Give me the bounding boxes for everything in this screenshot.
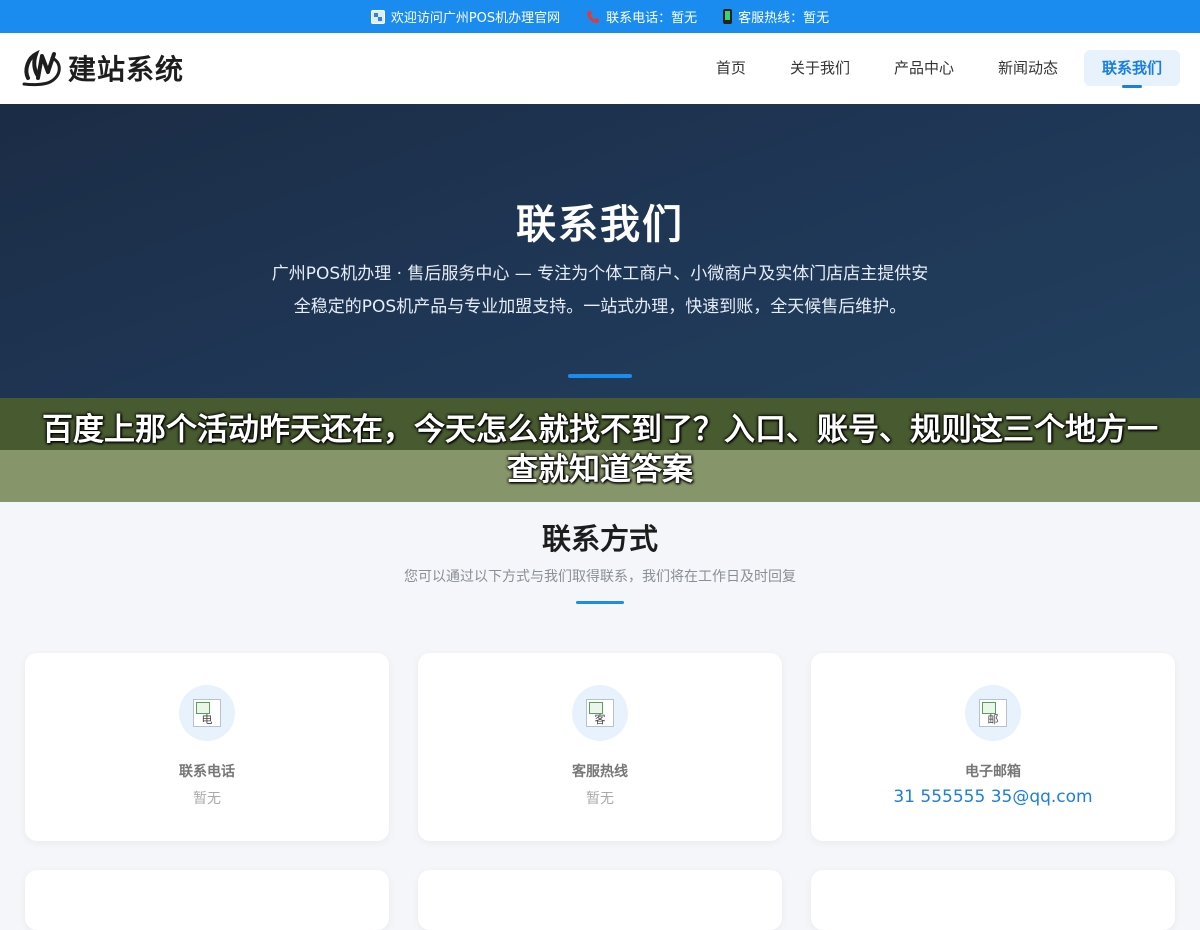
nav-home[interactable]: 首页 <box>698 50 764 86</box>
contact-section-title: 联系方式 <box>541 522 658 556</box>
card-label: 电子邮箱 <box>965 764 1021 780</box>
broken-image-icon: 邮 <box>979 699 1007 727</box>
hotline-text: 客服热线：暂无 <box>738 11 830 26</box>
nav-news[interactable]: 新闻动态 <box>980 50 1076 86</box>
card-label: 联系电话 <box>179 764 235 780</box>
contact-card-row2-1 <box>25 870 389 930</box>
phone-icon <box>586 10 600 24</box>
phone-icon-circle: 电 <box>179 685 235 741</box>
hero-divider <box>568 374 632 378</box>
hotline-item: 客服热线：暂无 <box>723 7 829 26</box>
nav-about[interactable]: 关于我们 <box>772 50 868 86</box>
contact-section-divider <box>576 601 624 604</box>
hotline-icon-circle: 客 <box>572 685 628 741</box>
logo-text: 建站系统 <box>68 53 185 86</box>
broken-image-icon: 客 <box>586 699 614 727</box>
card-label: 客服热线 <box>572 764 628 780</box>
card-value: 暂无 <box>586 791 614 807</box>
phone-text: 联系电话：暂无 <box>606 11 698 26</box>
nav-products[interactable]: 产品中心 <box>876 50 972 86</box>
card-value: 暂无 <box>193 791 221 807</box>
contact-section-subtitle: 您可以通过以下方式与我们取得联系，我们将在工作日及时回复 <box>404 569 796 585</box>
contact-card-phone: 电 联系电话 暂无 <box>25 653 389 841</box>
welcome-text: 欢迎访问广州POS机办理官网 <box>390 11 561 26</box>
site-header: 建站系统 首页 关于我们 产品中心 新闻动态 联系我们 <box>0 33 1200 104</box>
overlay-headline: 百度上那个活动昨天还在，今天怎么就找不到了？入口、账号、规则这三个地方一查就知道… <box>42 412 1158 488</box>
hero-title: 联系我们 <box>516 202 684 248</box>
mobile-phone-icon <box>723 9 733 24</box>
main-nav: 首页 关于我们 产品中心 新闻动态 联系我们 <box>698 50 1180 88</box>
top-info-bar: 欢迎访问广州POS机办理官网 联系电话：暂无 客服热线：暂无 <box>0 0 1200 33</box>
logo-mark-icon <box>22 49 61 87</box>
nav-contact[interactable]: 联系我们 <box>1083 50 1180 88</box>
contact-card-hotline: 客 客服热线 暂无 <box>418 653 782 841</box>
hero-description: 广州POS机办理 · 售后服务中心 — 专注为个体工商户、小微商户及实体门店店主… <box>271 264 929 317</box>
hero-section: 联系我们 广州POS机办理 · 售后服务中心 — 专注为个体工商户、小微商户及实… <box>0 104 1200 400</box>
broken-image-icon: 电 <box>193 699 221 727</box>
site-logo[interactable]: 建站系统 <box>22 48 184 88</box>
email-link[interactable]: 31 555555 35@qq.com <box>811 787 1175 807</box>
website-icon <box>370 9 385 24</box>
contact-card-email: 邮 电子邮箱 31 555555 35@qq.com <box>811 653 1175 841</box>
email-icon-circle: 邮 <box>965 685 1021 741</box>
phone-item: 联系电话：暂无 <box>586 7 697 26</box>
contact-card-row2-2 <box>418 870 782 930</box>
welcome-item: 欢迎访问广州POS机办理官网 <box>370 7 561 26</box>
contact-card-row2-3 <box>811 870 1175 930</box>
